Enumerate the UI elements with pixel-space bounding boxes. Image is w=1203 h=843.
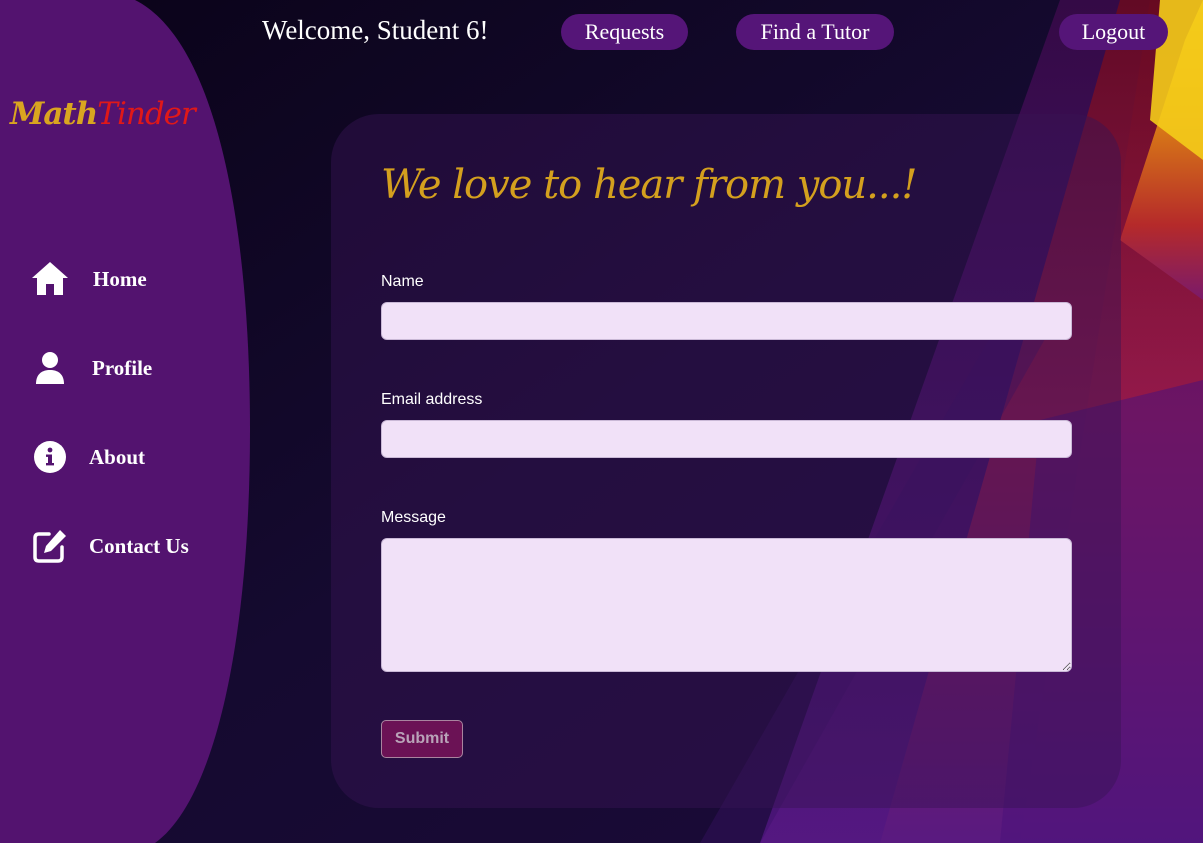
sidebar: MathTinder Home Profile About Contact Us [0,0,250,843]
submit-button[interactable]: Submit [381,720,463,758]
logo-math: Math [10,96,98,132]
logout-button[interactable]: Logout [1059,14,1168,50]
find-tutor-button[interactable]: Find a Tutor [736,14,894,50]
home-icon [30,259,70,299]
name-label: Name [381,273,424,290]
contact-form-card: We love to hear from you...! Name Email … [331,114,1121,808]
sidebar-item-label: Home [93,266,147,291]
message-label: Message [381,509,446,526]
sidebar-item-contact-us[interactable]: Contact Us [30,526,189,566]
message-textarea[interactable] [381,538,1072,672]
logo-tinder: Tinder [97,96,196,132]
sidebar-item-label: About [89,444,146,469]
page-title: We love to hear from you...! [381,162,917,208]
sidebar-item-profile[interactable]: Profile [30,348,152,388]
welcome-message: Welcome, Student 6! [262,15,489,45]
email-input[interactable] [381,420,1072,458]
sidebar-item-label: Profile [92,355,153,380]
edit-icon [30,526,70,566]
sidebar-item-about[interactable]: About [30,437,145,477]
email-label: Email address [381,391,483,408]
info-icon [30,437,70,477]
logo[interactable]: MathTinder [10,96,196,132]
name-input[interactable] [381,302,1072,340]
sidebar-item-label: Contact Us [89,533,189,558]
requests-button[interactable]: Requests [561,14,688,50]
user-icon [30,348,70,388]
sidebar-item-home[interactable]: Home [30,259,147,299]
